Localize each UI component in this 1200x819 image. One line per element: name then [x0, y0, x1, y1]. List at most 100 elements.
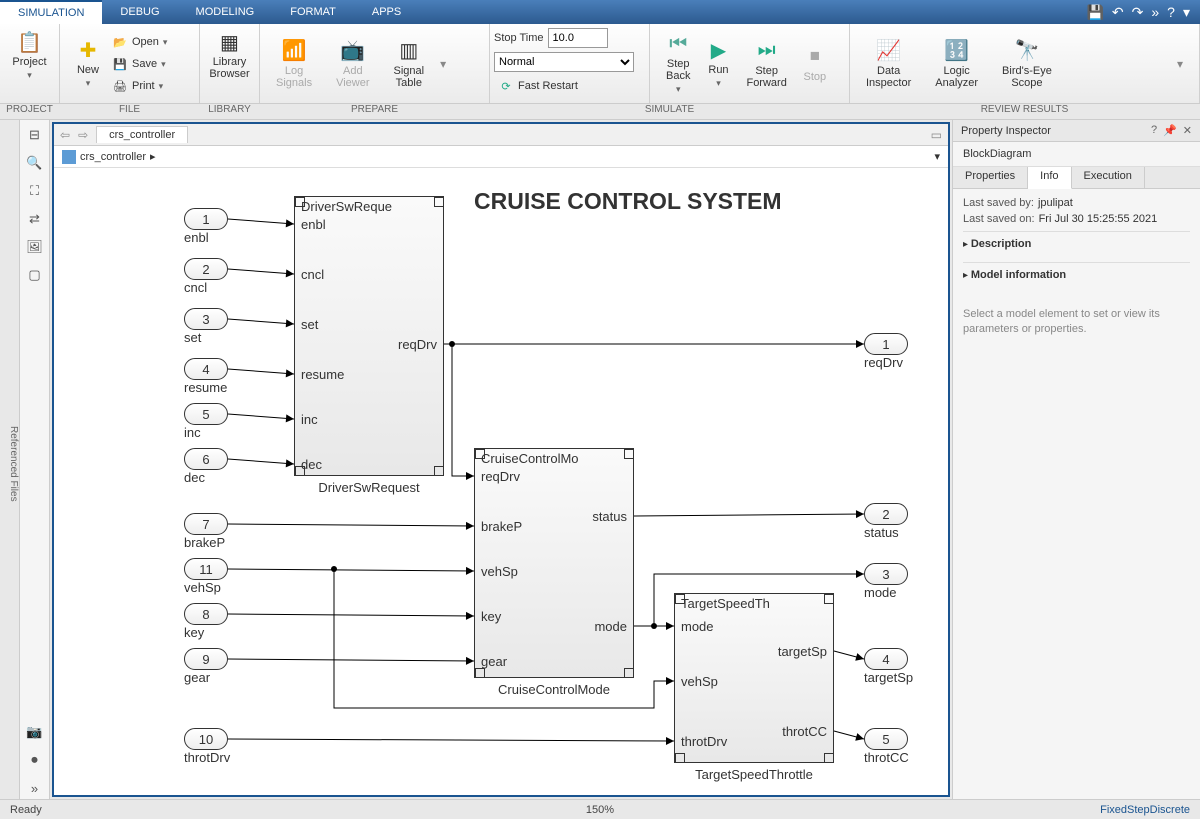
- inspector-icon: 📈: [877, 39, 901, 63]
- new-button[interactable]: ✚New: [68, 28, 108, 99]
- outport-mode[interactable]: 3: [864, 563, 908, 585]
- inport-label: vehSp: [184, 580, 221, 595]
- group-file-label: FILE: [60, 104, 200, 119]
- data-inspector-button[interactable]: 📈Data Inspector: [858, 28, 919, 99]
- print-icon: 🖨: [112, 78, 128, 94]
- inspector-help-icon[interactable]: ?: [1151, 124, 1157, 137]
- group-prepare-label: PREPARE: [260, 104, 490, 119]
- step-forward-button[interactable]: ⏭Step Forward: [738, 28, 794, 99]
- stop-time-input[interactable]: [548, 28, 608, 48]
- inport-brakeP[interactable]: 7: [184, 513, 228, 535]
- palette-snapshot-icon[interactable]: 📷: [24, 721, 46, 743]
- palette-box-icon[interactable]: ▢: [24, 264, 46, 286]
- inport-label: set: [184, 330, 201, 345]
- diagram-canvas[interactable]: CRUISE CONTROL SYSTEM 1enbl2cncl3set4res…: [54, 168, 948, 795]
- inport-label: brakeP: [184, 535, 225, 550]
- outport-status[interactable]: 2: [864, 503, 908, 525]
- palette-hide-icon[interactable]: ⊟: [24, 124, 46, 146]
- nav-back-icon[interactable]: ⇦: [60, 128, 70, 142]
- open-button[interactable]: 📂Open: [108, 32, 171, 52]
- referenced-files-strip[interactable]: Referenced Files: [0, 120, 20, 799]
- model-icon: [62, 150, 76, 164]
- stop-button[interactable]: ⏹Stop: [795, 28, 835, 99]
- outport-label: reqDrv: [864, 355, 903, 370]
- fast-restart-button[interactable]: ⟳Fast Restart: [494, 76, 645, 96]
- tab-close-icon[interactable]: ▭: [931, 128, 942, 142]
- tab-modeling[interactable]: MODELING: [178, 0, 273, 24]
- birdseye-button[interactable]: 🔭Bird's-Eye Scope: [994, 28, 1060, 99]
- palette-zoom-icon[interactable]: 🔍: [24, 152, 46, 174]
- tab-debug[interactable]: DEBUG: [102, 0, 177, 24]
- prepare-dropdown[interactable]: ▾: [440, 57, 446, 71]
- outport-targetSp[interactable]: 4: [864, 648, 908, 670]
- palette-record-icon[interactable]: ⏺: [24, 749, 46, 771]
- inspector-tab-execution[interactable]: Execution: [1072, 167, 1145, 188]
- breadcrumb-dropdown-icon[interactable]: ▾: [934, 150, 940, 163]
- outport-reqDrv[interactable]: 1: [864, 333, 908, 355]
- logic-analyzer-button[interactable]: 🔢Logic Analyzer: [927, 28, 986, 99]
- inspector-tab-info[interactable]: Info: [1028, 167, 1071, 189]
- inspector-pin-icon[interactable]: 📌: [1163, 124, 1177, 137]
- save-button[interactable]: 💾Save: [108, 54, 171, 74]
- block-CruiseControlMode[interactable]: CruiseControlMoreqDrvbrakePvehSpkeygears…: [474, 448, 634, 678]
- breadcrumb-text: crs_controller: [80, 151, 146, 163]
- outport-label: targetSp: [864, 670, 913, 685]
- step-back-button[interactable]: ⏮Step Back: [658, 28, 698, 99]
- stop-time-label: Stop Time: [494, 32, 544, 44]
- project-icon: 📋: [18, 30, 42, 54]
- group-review-label: REVIEW RESULTS: [850, 104, 1200, 119]
- print-button[interactable]: 🖨Print: [108, 76, 171, 96]
- inport-label: cncl: [184, 280, 207, 295]
- inspector-model-info[interactable]: Model information: [963, 262, 1190, 287]
- inport-throtDrv[interactable]: 10: [184, 728, 228, 750]
- block-DriverSwRequest[interactable]: DriverSwRequeenblcnclsetresumeincdecreqD…: [294, 196, 444, 476]
- inspector-close-icon[interactable]: ✕: [1183, 124, 1192, 137]
- inport-set[interactable]: 3: [184, 308, 228, 330]
- tab-format[interactable]: FORMAT: [272, 0, 354, 24]
- inport-enbl[interactable]: 1: [184, 208, 228, 230]
- inport-gear[interactable]: 9: [184, 648, 228, 670]
- main-tabstrip: SIMULATION DEBUG MODELING FORMAT APPS 💾 …: [0, 0, 1200, 24]
- project-button[interactable]: 📋Project: [8, 28, 51, 83]
- model-tab[interactable]: crs_controller: [96, 126, 188, 143]
- inport-key[interactable]: 8: [184, 603, 228, 625]
- block-TargetSpeedThrottle[interactable]: TargetSpeedThmodevehSpthrotDrvtargetSpth…: [674, 593, 834, 763]
- property-inspector: Property Inspector ?📌✕ BlockDiagram Prop…: [952, 120, 1200, 799]
- breadcrumb[interactable]: crs_controller▸ ▾: [54, 146, 948, 168]
- sim-mode-select[interactable]: Normal: [494, 52, 634, 72]
- nav-forward-icon[interactable]: ⇨: [78, 128, 88, 142]
- palette-fit-icon[interactable]: ⛶: [24, 180, 46, 202]
- status-zoom[interactable]: 150%: [586, 804, 614, 816]
- status-solver[interactable]: FixedStepDiscrete: [1100, 804, 1190, 816]
- menu-icon[interactable]: ▾: [1183, 4, 1190, 21]
- palette-image-icon[interactable]: 🖼: [24, 236, 46, 258]
- inspector-description[interactable]: Description: [963, 231, 1190, 256]
- redo-icon[interactable]: ↷: [1132, 4, 1144, 21]
- status-bar: Ready 150% FixedStepDiscrete: [0, 799, 1200, 819]
- outport-throtCC[interactable]: 5: [864, 728, 908, 750]
- library-browser-button[interactable]: ▦Library Browser: [208, 28, 251, 82]
- palette-arrows-icon[interactable]: ⇄: [24, 208, 46, 230]
- inport-inc[interactable]: 5: [184, 403, 228, 425]
- palette-expand-icon[interactable]: »: [24, 777, 46, 799]
- signal-table-button[interactable]: ▥Signal Table: [386, 28, 433, 99]
- log-signals-button[interactable]: 📶Log Signals: [268, 28, 320, 99]
- tab-simulation[interactable]: SIMULATION: [0, 0, 102, 24]
- inspector-tab-properties[interactable]: Properties: [953, 167, 1028, 188]
- palette: ⊟ 🔍 ⛶ ⇄ 🖼 ▢ 📷 ⏺ »: [20, 120, 50, 799]
- tab-apps[interactable]: APPS: [354, 0, 419, 24]
- run-button[interactable]: ▶Run: [698, 28, 738, 99]
- inport-resume[interactable]: 4: [184, 358, 228, 380]
- save-icon[interactable]: 💾: [1086, 4, 1103, 21]
- inport-dec[interactable]: 6: [184, 448, 228, 470]
- inport-cncl[interactable]: 2: [184, 258, 228, 280]
- inspector-subtitle: BlockDiagram: [953, 142, 1200, 167]
- review-dropdown[interactable]: ▾: [1177, 57, 1191, 71]
- signal-icon: 📶: [282, 39, 306, 63]
- more-icon[interactable]: »: [1151, 4, 1159, 20]
- undo-icon[interactable]: ↶: [1112, 4, 1124, 21]
- help-icon[interactable]: ?: [1167, 4, 1175, 20]
- inport-vehSp[interactable]: 11: [184, 558, 228, 580]
- add-viewer-button[interactable]: 📺Add Viewer: [328, 28, 377, 99]
- group-simulate-label: SIMULATE: [490, 104, 850, 119]
